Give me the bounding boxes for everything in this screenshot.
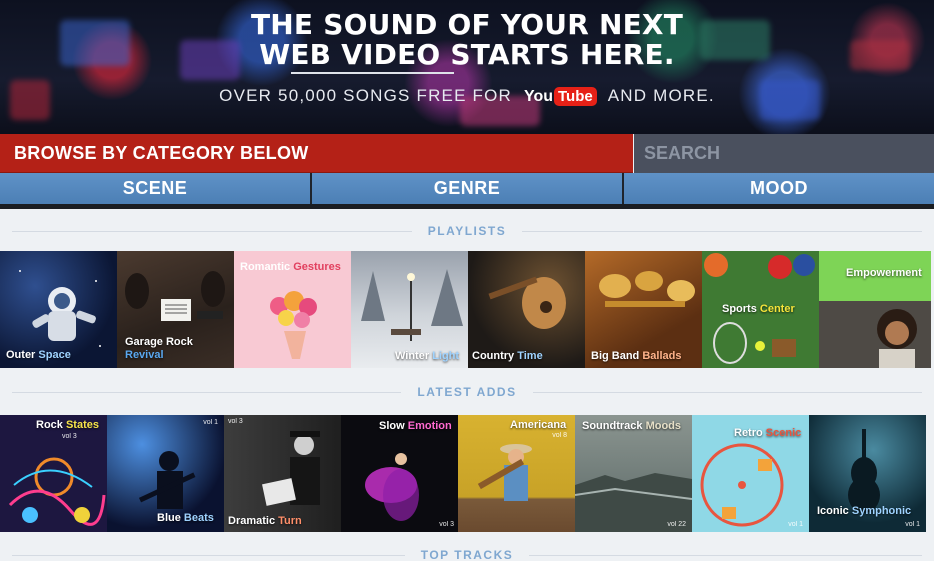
latest-adds-row: Rock States vol 3 Blue Beats vol 1 Drama… bbox=[0, 415, 934, 532]
album-tile-americana[interactable]: Americana vol 8 bbox=[458, 415, 575, 532]
volume-label: vol 3 bbox=[439, 521, 454, 528]
playlist-tile-country-time[interactable]: Country Time bbox=[468, 251, 585, 368]
volume-label: vol 22 bbox=[667, 521, 686, 528]
playlists-row: Outer Space Garage Rock Revival Romantic … bbox=[0, 251, 934, 368]
album-caption: Slow Emotion bbox=[379, 420, 452, 432]
latest-adds-heading-label: LATEST ADDS bbox=[401, 385, 533, 399]
playlist-caption: Garage Rock Revival bbox=[125, 336, 193, 361]
hero-title-line1: THE SOUND OF YOUR NEXT bbox=[251, 8, 683, 41]
album-tile-iconic-symphonic[interactable]: Iconic Symphonic vol 1 bbox=[809, 415, 926, 532]
tab-scene[interactable]: SCENE bbox=[0, 173, 310, 204]
album-caption: Dramatic Turn bbox=[228, 515, 302, 527]
playlists-heading: PLAYLISTS bbox=[0, 221, 934, 241]
volume-label: vol 1 bbox=[203, 419, 218, 426]
album-tile-slow-emotion[interactable]: Slow Emotion vol 3 bbox=[341, 415, 458, 532]
volume-label: vol 3 bbox=[62, 433, 77, 440]
hero-subtitle-after: AND MORE. bbox=[607, 86, 715, 105]
top-tracks-heading-label: TOP TRACKS bbox=[404, 548, 530, 561]
playlist-caption: Empowerment bbox=[846, 267, 922, 279]
playlist-tile-sports-center[interactable]: Sports Center bbox=[702, 251, 819, 368]
hero-title-line2: WEB VIDEO STARTS HERE. bbox=[259, 38, 675, 71]
hero-subtitle: OVER 50,000 SONGS FREE FOR You Tube AND M… bbox=[0, 86, 934, 107]
hero-subtitle-before: OVER 50,000 SONGS FREE FOR bbox=[219, 86, 513, 105]
playlists-heading-label: PLAYLISTS bbox=[411, 224, 523, 238]
hero-title: THE SOUND OF YOUR NEXT WEB VIDEO STARTS … bbox=[0, 10, 934, 70]
hero-banner: THE SOUND OF YOUR NEXT WEB VIDEO STARTS … bbox=[0, 0, 934, 134]
album-tile-dramatic-turn[interactable]: Dramatic Turn vol 3 bbox=[224, 415, 341, 532]
album-caption: Retro Scenic bbox=[734, 427, 802, 439]
album-caption: Americana bbox=[510, 419, 567, 431]
playlist-tile-romantic-gestures[interactable]: Romantic Gestures bbox=[234, 251, 351, 368]
volume-label: vol 8 bbox=[552, 432, 567, 439]
playlist-caption: Winter Light bbox=[395, 350, 460, 362]
volume-label: vol 1 bbox=[788, 521, 803, 528]
youtube-logo-tube: Tube bbox=[554, 87, 597, 107]
youtube-logo: You Tube bbox=[523, 87, 597, 107]
hero-underline bbox=[291, 72, 454, 74]
album-tile-rock-states[interactable]: Rock States vol 3 bbox=[0, 415, 107, 532]
playlist-caption: Country Time bbox=[472, 350, 543, 362]
album-tile-soundtrack-moods[interactable]: Soundtrack Moods vol 22 bbox=[575, 415, 692, 532]
latest-adds-heading: LATEST ADDS bbox=[0, 382, 934, 402]
album-caption: Soundtrack Moods bbox=[582, 420, 682, 432]
album-tile-blue-beats[interactable]: Blue Beats vol 1 bbox=[107, 415, 224, 532]
volume-label: vol 3 bbox=[228, 418, 243, 425]
album-caption: Blue Beats bbox=[157, 512, 214, 524]
album-tile-retro-scenic[interactable]: Retro Scenic vol 1 bbox=[692, 415, 809, 532]
playlist-caption: Sports Center bbox=[722, 303, 795, 315]
category-tabs: SCENE GENRE MOOD bbox=[0, 173, 934, 204]
playlist-tile-winter-light[interactable]: Winter Light bbox=[351, 251, 468, 368]
browse-category-bar: BROWSE BY CATEGORY BELOW bbox=[0, 134, 633, 173]
volume-label: vol 1 bbox=[905, 521, 920, 528]
album-caption: Rock States bbox=[36, 419, 99, 431]
search-input[interactable] bbox=[634, 134, 934, 173]
playlist-tile-big-band-ballads[interactable]: Big Band Ballads bbox=[585, 251, 702, 368]
youtube-logo-you: You bbox=[523, 87, 553, 105]
playlist-tile-outer-space[interactable]: Outer Space bbox=[0, 251, 117, 368]
tabs-divider bbox=[0, 204, 934, 209]
top-tracks-heading: TOP TRACKS bbox=[0, 545, 934, 561]
playlist-tile-empowerment[interactable]: Empowerment bbox=[819, 251, 931, 368]
playlist-caption: Romantic Gestures bbox=[240, 261, 341, 273]
playlist-caption: Big Band Ballads bbox=[591, 350, 682, 362]
album-caption: Iconic Symphonic bbox=[817, 505, 912, 517]
neon-drummer-image bbox=[8, 457, 106, 526]
playlist-caption: Outer Space bbox=[6, 349, 71, 361]
tab-mood[interactable]: MOOD bbox=[624, 173, 934, 204]
tab-genre[interactable]: GENRE bbox=[312, 173, 622, 204]
playlist-tile-garage-rock[interactable]: Garage Rock Revival bbox=[117, 251, 234, 368]
